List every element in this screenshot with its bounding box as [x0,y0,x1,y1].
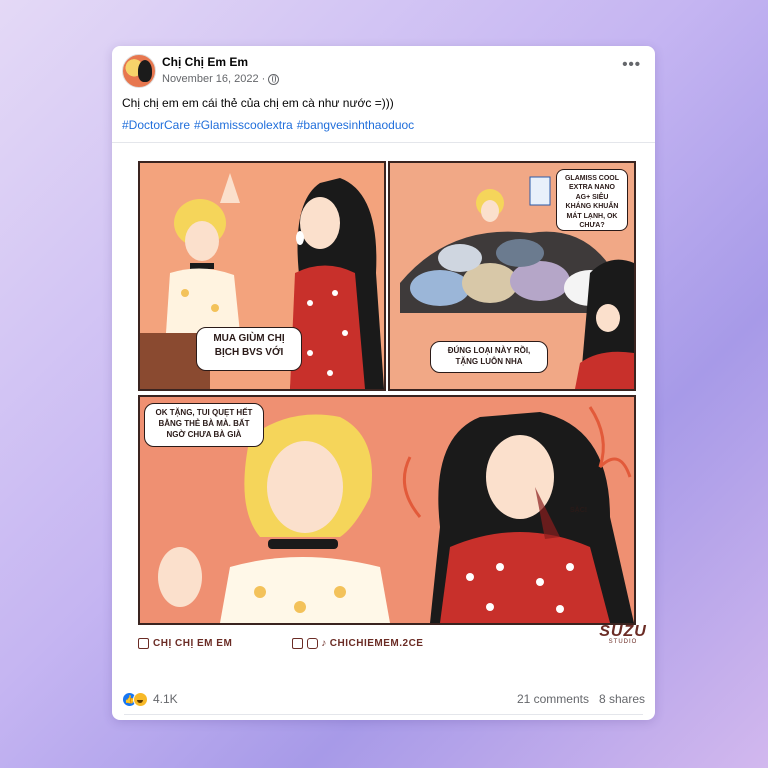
hashtag-list: #DoctorCare #Glamisscoolextra #bangvesin… [122,118,414,132]
comic-panel-3: OK TẶNG, TUI QUẸT HẾT BẰNG THẺ BÀ MÀ. BẤ… [138,395,636,625]
shares-count[interactable]: 8 shares [599,692,645,706]
post-stats: 👍 4.1K 21 comments 8 shares [122,688,645,710]
meta-separator: · [261,73,266,85]
reaction-count[interactable]: 4.1K [153,692,178,706]
post-date[interactable]: November 16, 2022 [162,73,259,85]
comic-image[interactable]: MUA GIÙM CHỊ BỊCH BVS VỚI GLAMISS COOL E… [112,142,655,683]
panel-2-speech-bubble-top: GLAMISS COOL EXTRA NANO AG+ SIÊU KHÁNG K… [556,169,628,231]
panel-1-speech-bubble: MUA GIÙM CHỊ BỊCH BVS VỚI [196,327,302,371]
comic-panel-2: GLAMISS COOL EXTRA NANO AG+ SIÊU KHÁNG K… [388,161,636,391]
stats-divider [124,714,643,715]
post-meta: November 16, 2022 · [162,73,280,85]
haha-reaction-icon[interactable] [133,691,148,707]
comic-credits: CHỊ CHỊ EM EM ♪ CHICHIEMEM.2CE [138,631,632,655]
comments-count[interactable]: 21 comments [517,692,589,706]
author-name[interactable]: Chị Chị Em Em [162,55,248,69]
author-avatar[interactable] [122,54,156,88]
credit-page-name: CHỊ CHỊ EM EM [153,637,233,649]
hashtag-glamisscoolextra[interactable]: #Glamisscoolextra [194,118,293,132]
studio-logo: SUZU STUDIO [598,623,648,645]
panel-2-speech-bubble-bottom: ĐÚNG LOẠI NÀY RỒI, TẶNG LUÔN NHA [430,341,548,373]
facebook-icon [138,637,149,649]
hashtag-bangvesinhthaoduoc[interactable]: #bangvesinhthaoduoc [297,118,414,132]
post-card: Chị Chị Em Em November 16, 2022 · ••• Ch… [112,46,655,720]
hashtag-doctorcare[interactable]: #DoctorCare [122,118,190,132]
more-options-icon[interactable]: ••• [622,56,641,73]
post-caption: Chị chị em em cái thẻ của chị em cà như … [122,96,394,110]
panel-3-speech-bubble: OK TẶNG, TUI QUẸT HẾT BẰNG THẺ BÀ MÀ. BẤ… [144,403,264,447]
globe-icon [268,73,280,85]
instagram-icon [307,637,319,649]
comic-panel-1: MUA GIÙM CHỊ BỊCH BVS VỚI [138,161,386,391]
tiktok-icon: ♪ [321,637,327,649]
panel-3-sound-effect: SẶC! [570,507,588,514]
credit-handle: CHICHIEMEM.2CE [329,637,424,649]
facebook-icon-2 [292,637,304,649]
